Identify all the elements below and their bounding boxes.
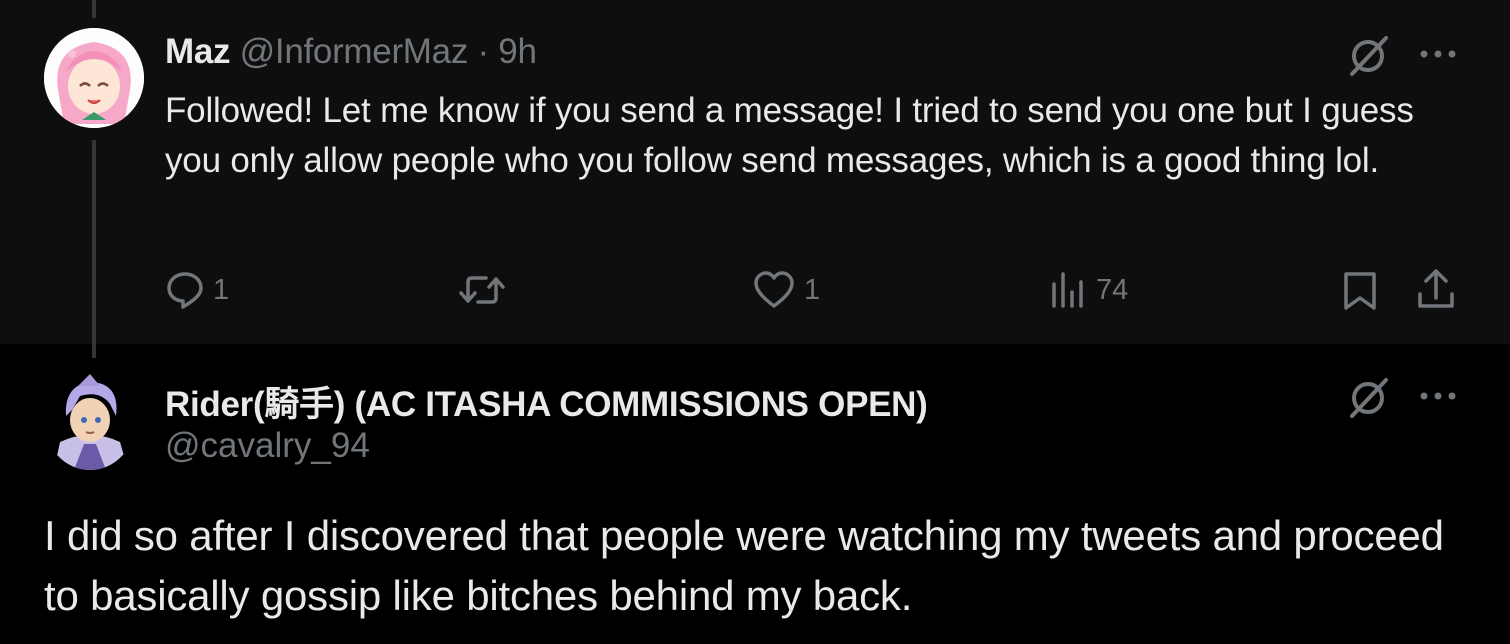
thread-line-top — [92, 0, 96, 18]
main-author-handle[interactable]: @cavalry_94 — [165, 426, 370, 466]
reply-button[interactable]: 1 — [165, 268, 229, 312]
main-author-name[interactable]: Rider(騎手) (AC ITASHA COMMISSIONS OPEN) — [165, 376, 928, 427]
repost-button[interactable] — [458, 268, 514, 312]
maz-avatar[interactable] — [44, 28, 144, 128]
main-post-text: I did so after I discovered that people … — [44, 512, 1444, 619]
more-icon[interactable] — [1418, 48, 1458, 60]
separator-dot: · — [477, 32, 489, 71]
thread-line — [92, 140, 96, 358]
views-icon — [1052, 272, 1083, 308]
reply-text: Followed! Let me know if you send a mess… — [165, 91, 1414, 180]
post-time[interactable]: 9h — [498, 32, 537, 71]
share-icon[interactable] — [1416, 268, 1456, 312]
rider-avatar[interactable] — [44, 370, 136, 470]
grok-icon[interactable] — [1346, 374, 1392, 420]
more-icon[interactable] — [1418, 390, 1458, 402]
like-count: 1 — [804, 273, 821, 306]
reply-count: 1 — [213, 273, 230, 306]
author-name[interactable]: Maz — [165, 32, 231, 71]
reply-post[interactable]: Maz @InformerMaz · 9h Followed! Let me k… — [0, 0, 1510, 344]
views-button[interactable]: 74 — [1048, 268, 1128, 312]
views-count: 74 — [1096, 273, 1129, 306]
like-button[interactable]: 1 — [752, 268, 820, 312]
like-icon — [754, 271, 794, 308]
reply-icon — [167, 272, 203, 309]
author-handle[interactable]: @InformerMaz — [240, 32, 469, 71]
repost-icon — [459, 276, 505, 304]
reply-header: Maz @InformerMaz · 9h — [165, 32, 537, 72]
bookmark-icon[interactable] — [1340, 270, 1380, 312]
grok-icon[interactable] — [1346, 32, 1392, 78]
